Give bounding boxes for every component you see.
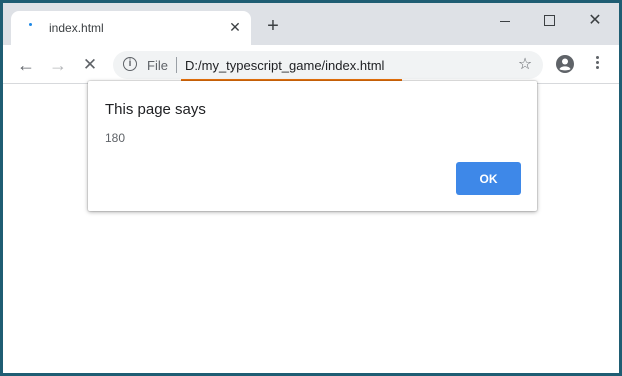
toolbar: ← → ✕ i File D:/my_typescript_game/index…: [3, 45, 619, 84]
alert-dialog: This page says 180 OK: [88, 81, 537, 211]
new-tab-button[interactable]: +: [261, 15, 285, 39]
stop-icon[interactable]: ✕: [78, 53, 102, 77]
tab-strip: index.html ✕ + ✕: [3, 3, 619, 45]
browser-window: index.html ✕ + ✕ ← → ✕ i File D:/my_type…: [0, 0, 622, 376]
star-icon[interactable]: ☆: [515, 55, 535, 75]
dialog-message: 180: [105, 131, 126, 145]
scheme-label: File: [147, 58, 168, 73]
minimize-icon: [500, 21, 510, 22]
back-icon[interactable]: ←: [14, 53, 38, 77]
forward-icon[interactable]: →: [46, 53, 70, 77]
maximize-button[interactable]: [527, 9, 571, 33]
url-text[interactable]: D:/my_typescript_game/index.html: [185, 58, 384, 73]
dialog-title: This page says: [105, 101, 206, 118]
omnibox-separator: [176, 57, 177, 73]
menu-icon[interactable]: [587, 54, 607, 74]
account-icon[interactable]: [555, 54, 575, 74]
close-icon[interactable]: ✕: [227, 19, 243, 35]
ok-button[interactable]: OK: [456, 162, 521, 195]
tab-title: index.html: [49, 21, 104, 35]
close-icon: ✕: [588, 12, 602, 29]
info-icon[interactable]: i: [123, 57, 137, 71]
window-close-button[interactable]: ✕: [573, 9, 617, 33]
favicon-icon: [29, 23, 32, 26]
address-bar[interactable]: i File D:/my_typescript_game/index.html …: [113, 51, 543, 82]
tab-index[interactable]: index.html ✕: [11, 11, 251, 45]
minimize-button[interactable]: [483, 9, 527, 33]
maximize-icon: [543, 15, 555, 26]
